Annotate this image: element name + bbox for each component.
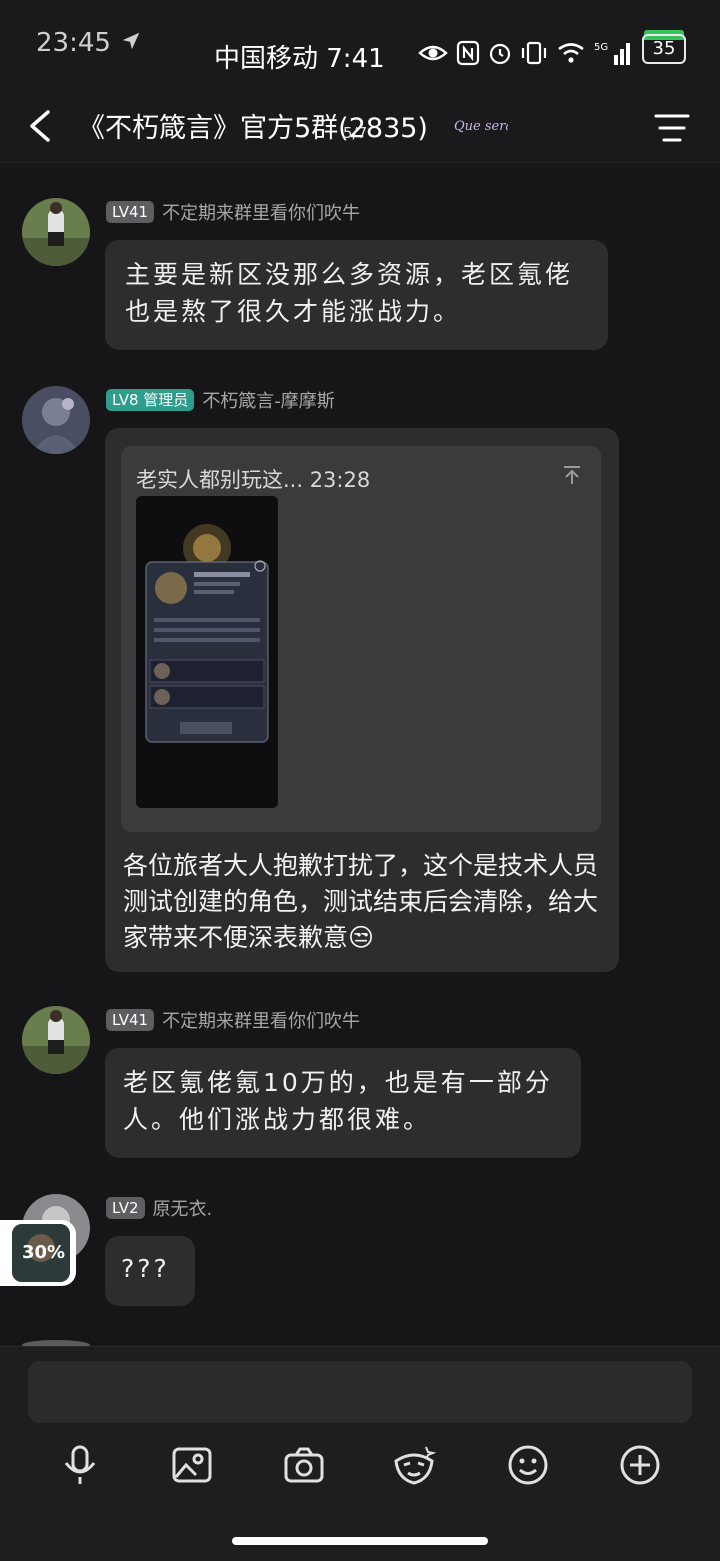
mic-icon[interactable] [58, 1443, 102, 1487]
status-icons: 5G [418, 36, 634, 70]
message-meta: LV41 不定期来群里看你们吹牛 [106, 200, 360, 224]
menu-icon[interactable] [652, 108, 692, 148]
sender-nickname[interactable]: 不定期来群里看你们吹牛 [162, 199, 360, 225]
avatar[interactable] [22, 198, 90, 266]
quoted-image[interactable] [136, 496, 278, 808]
signal-icon: 5G [594, 42, 630, 65]
battery-level: 35 [642, 34, 686, 64]
pin-top-icon[interactable] [561, 464, 583, 486]
sticker-icon[interactable] [392, 1443, 436, 1487]
sender-nickname[interactable]: 原无衣. [153, 1195, 213, 1221]
alarm-icon [489, 43, 511, 65]
camera-icon[interactable] [282, 1443, 326, 1487]
svg-text:Que sera: Que sera [454, 119, 508, 134]
sender-nickname[interactable]: 不定期来群里看你们吹牛 [162, 1007, 360, 1033]
nfc-icon [456, 40, 480, 66]
quoted-message[interactable]: 老实人都别玩这... 23:28 [121, 446, 601, 832]
carrier-time: 中国移动 7:41 [214, 44, 385, 74]
page-counter: 5/7 [343, 124, 368, 142]
logo-icon: Que sera [454, 119, 508, 134]
vibrate-icon [521, 41, 547, 65]
input-bar [0, 1346, 720, 1561]
wifi-icon [558, 43, 584, 63]
image-icon[interactable] [170, 1443, 214, 1487]
message-text: 老区氪佬氪10万的，也是有一部分人。他们涨战力都很难。 [123, 1068, 553, 1134]
chat-message-list[interactable]: LV41 不定期来群里看你们吹牛 主要是新区没那么多资源，老区氪佬也是熬了很久才… [0, 162, 720, 1346]
floating-progress-widget[interactable]: 30% [0, 1220, 76, 1286]
svg-text:5G: 5G [594, 42, 608, 53]
sender-nickname[interactable]: 不朽箴言-摩摩斯 [202, 387, 335, 413]
chat-title[interactable]: 《不朽箴言》官方5群(2835) [78, 106, 428, 145]
message-bubble[interactable]: 主要是新区没那么多资源，老区氪佬也是熬了很久才能涨战力。 [105, 240, 608, 350]
message-bubble[interactable]: ??? [105, 1236, 195, 1306]
message-meta: LV8 管理员 不朽箴言-摩摩斯 [106, 388, 335, 412]
status-bar: 23:45 中国移动 7:41 5G 35 [0, 0, 720, 90]
message-text: ??? [121, 1254, 170, 1283]
unamused-emoji-icon: 😒 [348, 923, 375, 952]
chat-header: 《不朽箴言》官方5群(2835) 5/7 Que sera [0, 90, 720, 163]
floating-thumb: 30% [12, 1224, 70, 1282]
emoji-icon[interactable] [506, 1443, 550, 1487]
level-badge: LV2 [106, 1197, 145, 1219]
message-text: 各位旅者大人抱歉打扰了，这个是技术人员测试创建的角色，测试结束后会清除，给大家带… [123, 848, 603, 956]
message-text: 主要是新区没那么多资源，老区氪佬也是熬了很久才能涨战力。 [125, 260, 574, 326]
avatar[interactable] [22, 386, 90, 454]
level-badge: LV8 管理员 [106, 389, 195, 411]
admin-role: 管理员 [143, 391, 189, 409]
message-input[interactable] [28, 1361, 692, 1423]
avatar[interactable] [22, 1006, 90, 1074]
message-bubble[interactable]: 老实人都别玩这... 23:28 各位旅者大人抱歉打扰了，这个是技术人员测试创建… [105, 428, 619, 972]
quote-header: 老实人都别玩这... 23:28 [136, 468, 371, 492]
plus-icon[interactable] [618, 1443, 662, 1487]
level-badge: LV41 [106, 1009, 155, 1031]
location-arrow-icon [122, 32, 140, 50]
level-value: LV8 [112, 391, 139, 409]
progress-label: 30% [22, 1242, 66, 1263]
status-time: 23:45 [36, 28, 111, 58]
message-meta: LV2 原无衣. [106, 1196, 212, 1220]
eye-icon [418, 45, 448, 61]
back-arrow-icon[interactable] [22, 106, 62, 146]
level-badge: LV41 [106, 201, 155, 223]
message-meta: LV41 不定期来群里看你们吹牛 [106, 1008, 360, 1032]
home-indicator[interactable] [232, 1537, 488, 1545]
message-bubble[interactable]: 老区氪佬氪10万的，也是有一部分人。他们涨战力都很难。 [105, 1048, 581, 1158]
